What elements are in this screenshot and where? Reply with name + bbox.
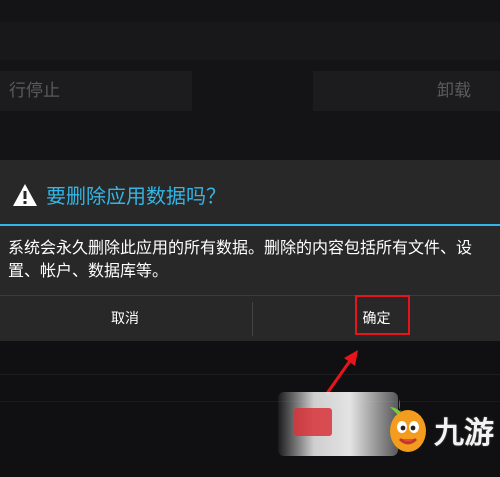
blurred-watermark-area [278, 392, 398, 456]
list-divider [0, 374, 500, 375]
blurred-red-patch [294, 408, 332, 436]
clear-data-dialog: 要删除应用数据吗？ 系统会永久删除此应用的所有数据。删除的内容包括所有文件、设置… [0, 160, 500, 341]
background-header-band [0, 22, 500, 60]
uninstall-label: 卸载 [437, 81, 471, 101]
cancel-button[interactable]: 取消 [0, 296, 250, 342]
jiuyou-mascot-icon [390, 399, 426, 452]
title-divider [0, 224, 500, 226]
annotation-arrow-icon [326, 350, 358, 394]
dialog-header: 要删除应用数据吗？ [0, 160, 500, 226]
watermark-text: 九游 [434, 416, 494, 451]
dialog-button-row: 取消 确定 [0, 295, 500, 342]
dialog-title: 要删除应用数据吗？ [46, 184, 226, 208]
dialog-message: 系统会永久删除此应用的所有数据。删除的内容包括所有文件、设置、帐户、数据库等。 [8, 238, 473, 280]
uninstall-button[interactable]: 卸载 [313, 71, 500, 111]
confirm-button[interactable]: 确定 [253, 296, 500, 342]
force-stop-label: 行停止 [9, 81, 60, 101]
warning-icon [13, 184, 37, 206]
force-stop-button[interactable]: 行停止 [0, 71, 192, 111]
